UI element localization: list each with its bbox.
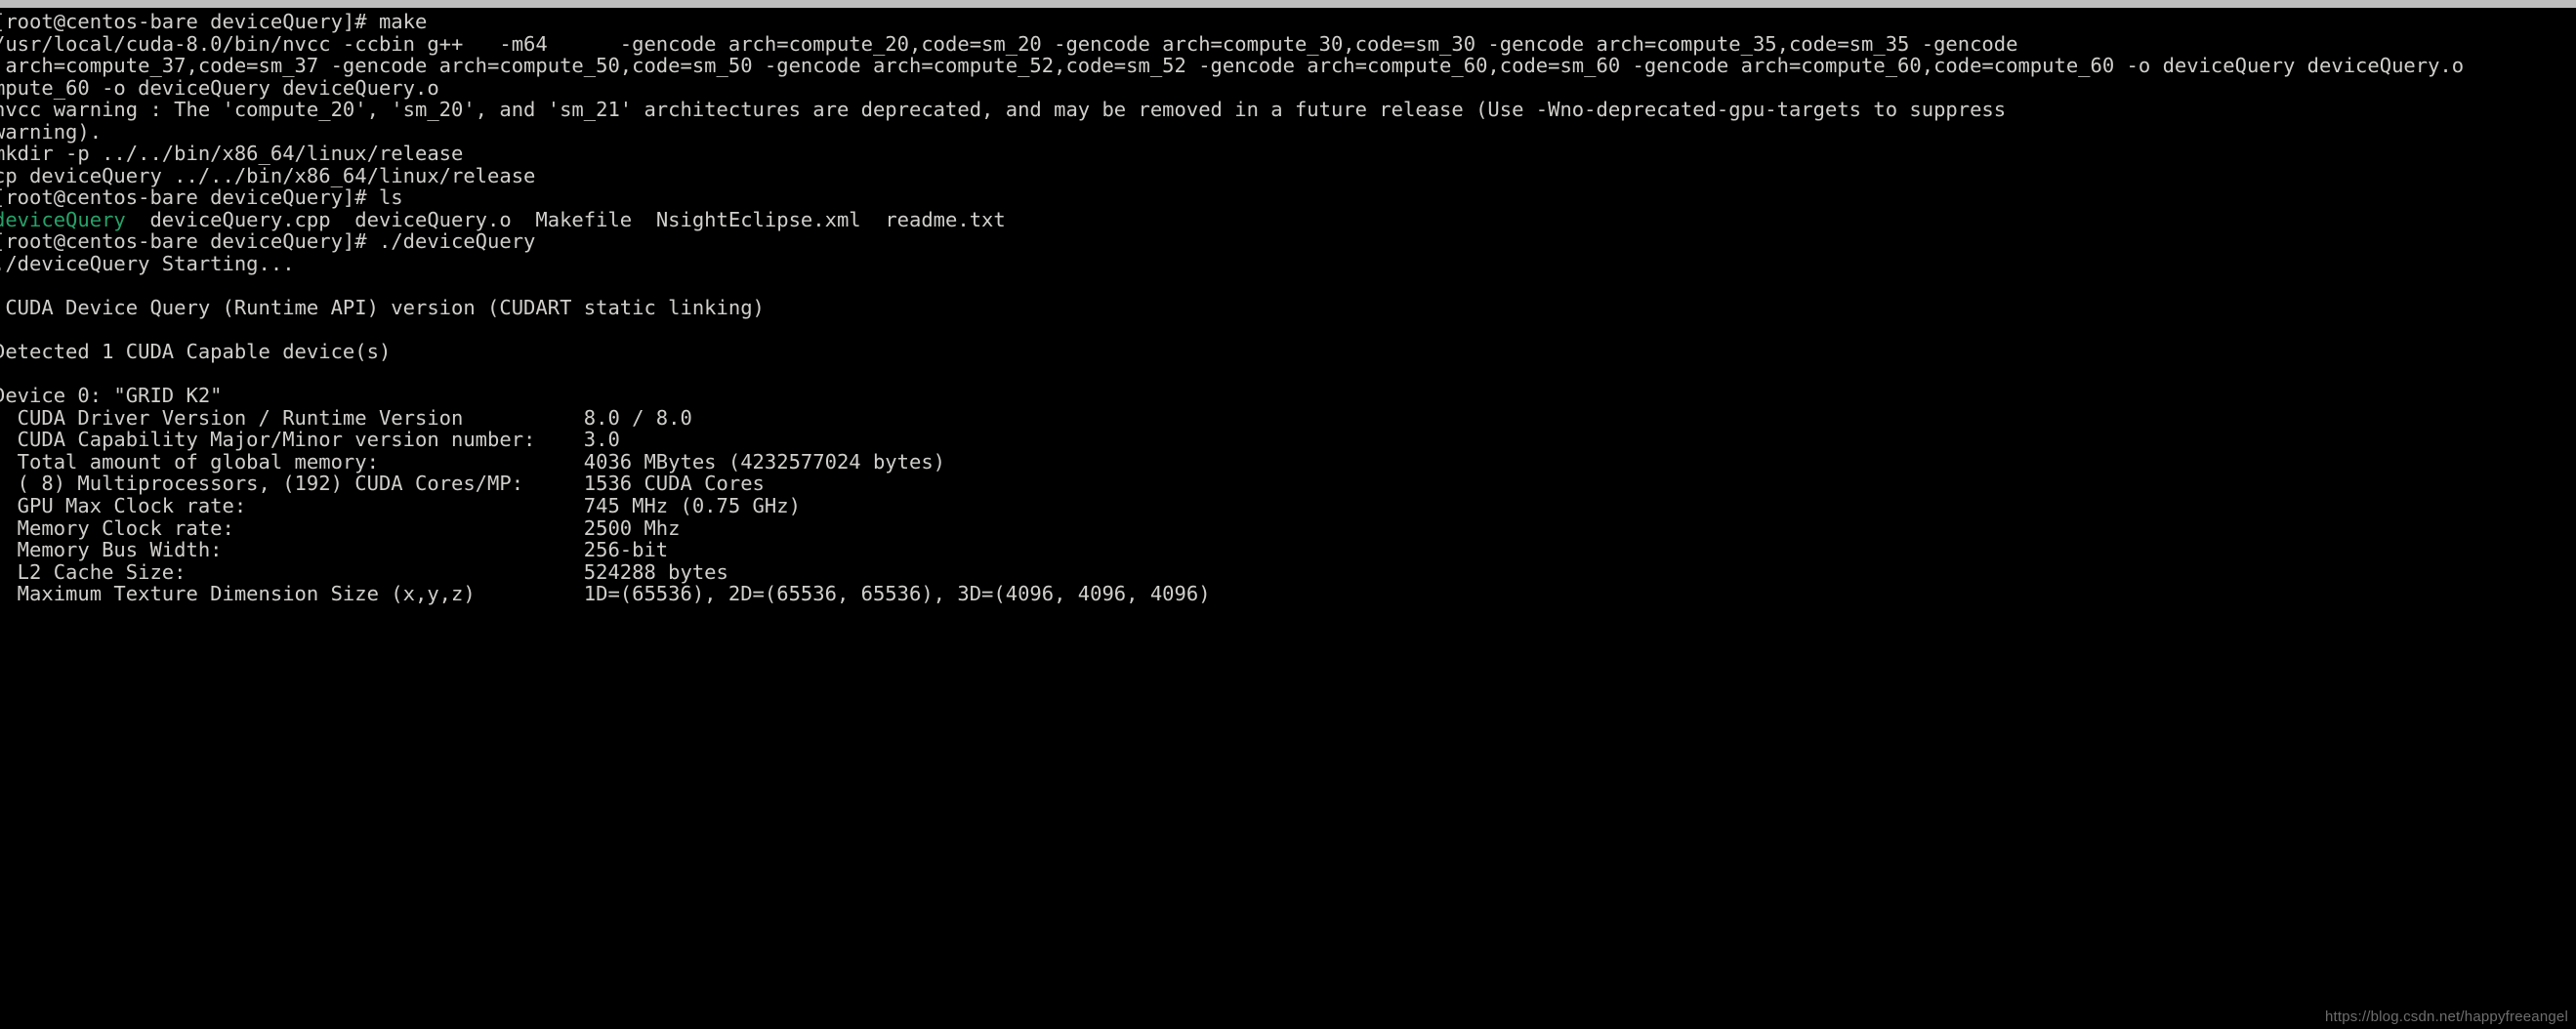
terminal-line: CUDA Device Query (Runtime API) version … [0, 296, 765, 320]
terminal-line: mkdir -p ../../bin/x86_64/linux/release [0, 142, 464, 166]
terminal-line: nvcc warning : The 'compute_20', 'sm_20'… [0, 98, 2007, 122]
terminal-segment: deviceQuery [0, 207, 126, 231]
terminal-window[interactable]: [root@centos-bare deviceQuery]# make/usr… [0, 8, 2576, 1029]
terminal-line: Memory Clock rate: 2500 Mhz [0, 515, 681, 540]
terminal-line: L2 Cache Size: 524288 bytes [0, 559, 728, 584]
terminal-line: warning). [0, 119, 103, 144]
terminal-line: arch=compute_37,code=sm_37 -gencode arch… [0, 54, 2465, 78]
terminal-line: cp deviceQuery ../../bin/x86_64/linux/re… [0, 163, 536, 187]
terminal-line: [root@centos-bare deviceQuery]# make [0, 10, 428, 33]
terminal-line: deviceQuery deviceQuery.cpp deviceQuery.… [0, 209, 2576, 231]
terminal-line: Maximum Texture Dimension Size (x,y,z) 1… [0, 582, 1211, 606]
csdn-watermark: https://blog.csdn.net/happyfreeangel [2324, 1008, 2568, 1025]
terminal-line: GPU Max Clock rate: 745 MHz (0.75 GHz) [0, 494, 801, 518]
window-top-bar [0, 0, 2576, 8]
terminal-segment: deviceQuery.cpp deviceQuery.o Makefile N… [125, 207, 1006, 231]
terminal-line: CUDA Driver Version / Runtime Version 8.… [0, 405, 692, 430]
terminal-line: Total amount of global memory: 4036 MByt… [0, 449, 946, 473]
terminal-line: [root@centos-bare deviceQuery]# ./device… [0, 229, 536, 254]
terminal-line: Device 0: "GRID K2" [0, 384, 223, 408]
terminal-line: Detected 1 CUDA Capable device(s) [0, 340, 392, 364]
terminal-line: ( 8) Multiprocessors, (192) CUDA Cores/M… [0, 472, 765, 496]
terminal-line: /usr/local/cuda-8.0/bin/nvcc -ccbin g++ … [0, 31, 2018, 56]
terminal-line: CUDA Capability Major/Minor version numb… [0, 428, 620, 452]
terminal-line: ./deviceQuery Starting... [0, 252, 295, 276]
terminal-output: [root@centos-bare deviceQuery]# make/usr… [0, 8, 2576, 605]
terminal-line: [root@centos-bare deviceQuery]# ls [0, 185, 403, 210]
terminal-line: Memory Bus Width: 256-bit [0, 538, 669, 562]
terminal-line: mpute_60 -o deviceQuery deviceQuery.o [0, 75, 439, 100]
